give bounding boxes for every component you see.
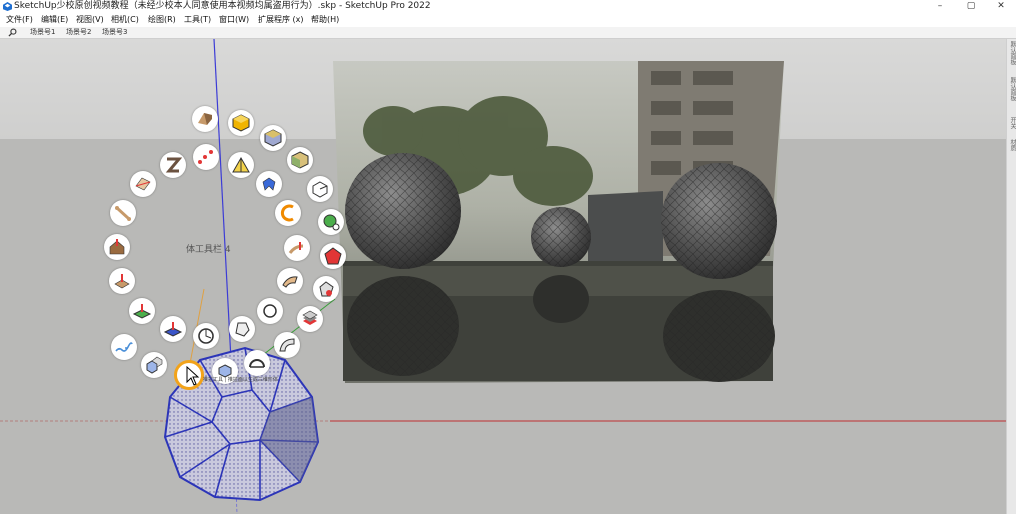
menu-edit[interactable]: 编辑(E): [41, 13, 68, 27]
menu-window[interactable]: 窗口(W): [219, 13, 249, 27]
tool-button-16[interactable]: [129, 298, 155, 324]
stretch-icon: [288, 242, 304, 254]
extrude-blue-icon: [163, 322, 183, 337]
radial-toolbar-label: 体工具栏 4: [186, 245, 231, 255]
sphere-icon: [323, 214, 340, 231]
split-cube-icon: [264, 129, 282, 147]
tool-button-24[interactable]: [256, 171, 282, 197]
polygon-face-icon: [235, 322, 250, 337]
bent-surface-icon: [282, 276, 298, 288]
maximize-button[interactable]: ▢: [956, 0, 986, 13]
tool-button-31[interactable]: [109, 268, 135, 294]
stack-cube-icon: [146, 356, 163, 374]
scene-tab-1[interactable]: 场景号1: [27, 27, 58, 38]
tool-button-26[interactable]: [193, 144, 219, 170]
close-button[interactable]: ✕: [986, 0, 1016, 13]
tool-button-27[interactable]: [160, 152, 186, 178]
tray-label-2[interactable]: 默认面板: [1008, 77, 1016, 101]
tool-button-21[interactable]: [277, 268, 303, 294]
tool-button-9[interactable]: [297, 306, 323, 332]
circle-outline-icon: [263, 304, 277, 318]
tool-button-8[interactable]: [313, 276, 339, 302]
menu-view[interactable]: 视图(V): [76, 13, 104, 27]
intersect-icon: [324, 247, 342, 265]
tool-button-1[interactable]: [192, 106, 218, 132]
wave-line-icon: [115, 342, 133, 352]
tool-button-18[interactable]: [193, 323, 219, 349]
push-pull-icon: [198, 113, 212, 125]
scene-tabs-bar: 场景号1 场景号2 场景号3: [0, 27, 1016, 39]
tool-button-4[interactable]: [287, 147, 313, 173]
scene-tab-3[interactable]: 场景号3: [99, 27, 130, 38]
tool-button-11[interactable]: [244, 350, 270, 376]
tool-button-30[interactable]: [104, 234, 130, 260]
sketchup-app-icon: [3, 2, 12, 11]
arc-icon: [249, 359, 265, 368]
tool-button-17[interactable]: [160, 316, 186, 342]
cube-icon: [232, 114, 250, 132]
normal-push-icon: [114, 274, 130, 289]
menu-tools[interactable]: 工具(T): [184, 13, 211, 27]
minimize-button[interactable]: –: [925, 0, 955, 13]
cursor-arrow-icon: [186, 366, 200, 386]
menu-help[interactable]: 帮助(H): [311, 13, 339, 27]
search-icon[interactable]: [8, 28, 17, 37]
tool-button-14[interactable]: [141, 352, 167, 378]
title-bar: SketchUp少校原创视频教程（未经少校本人同意使用本视频均属盗用行为）.sk…: [0, 0, 1016, 13]
tray-label-3[interactable]: 开关: [1008, 117, 1016, 129]
point-chain-icon: [198, 150, 213, 164]
menu-camera[interactable]: 相机(C): [111, 13, 139, 27]
layers-icon: [302, 310, 318, 325]
shell-icon: [319, 281, 334, 297]
tool-button-2[interactable]: [228, 110, 254, 136]
roof-icon: [109, 239, 125, 255]
bone-icon: [115, 206, 131, 221]
butterfly-icon: [262, 177, 276, 191]
zigzag-icon: [165, 157, 183, 173]
tool-button-25[interactable]: [228, 152, 254, 178]
flat-plane-icon: [132, 304, 152, 319]
tool-button-29[interactable]: [110, 200, 136, 226]
photo-texture-panel[interactable]: [333, 61, 784, 383]
menu-file[interactable]: 文件(F): [6, 13, 33, 27]
triangle-face-icon: [232, 156, 250, 173]
wire-cube-icon: [312, 181, 328, 198]
tool-button-19[interactable]: [229, 316, 255, 342]
menu-draw[interactable]: 绘图(R): [148, 13, 176, 27]
scene-tab-2[interactable]: 场景号2: [63, 27, 94, 38]
tray-label-4[interactable]: 材质: [1008, 139, 1016, 151]
menu-extensions[interactable]: 扩展程序 (x): [258, 13, 304, 27]
offset-icon: [280, 204, 294, 222]
slice-icon: [135, 177, 151, 191]
tool-button-23[interactable]: [275, 200, 301, 226]
right-tray[interactable]: 默认面板 默认面板 开关 材质: [1006, 39, 1016, 514]
menu-bar: 文件(F) 编辑(E) 视图(V) 相机(C) 绘图(R) 工具(T) 窗口(W…: [0, 13, 1016, 27]
curve-surface-icon: [279, 338, 295, 352]
tool-button-7[interactable]: [320, 243, 346, 269]
tool-button-22[interactable]: [284, 235, 310, 261]
tool-button-6[interactable]: [318, 209, 344, 235]
tray-label-1[interactable]: 默认面板: [1008, 41, 1016, 65]
tool-button-3[interactable]: [260, 125, 286, 151]
tool-hover-hint: 推拉工具 | 推拉面以生成三维形体: [203, 377, 278, 383]
tool-button-5[interactable]: [307, 176, 333, 202]
tool-button-10[interactable]: [274, 332, 300, 358]
tool-button-28[interactable]: [130, 171, 156, 197]
window-title: SketchUp少校原创视频教程（未经少校本人同意使用本视频均属盗用行为）.sk…: [14, 1, 431, 11]
tool-button-20[interactable]: [257, 298, 283, 324]
tool-button-15[interactable]: [111, 334, 137, 360]
facet-cube-icon: [291, 151, 309, 169]
rotate-circle-icon: [198, 328, 214, 344]
